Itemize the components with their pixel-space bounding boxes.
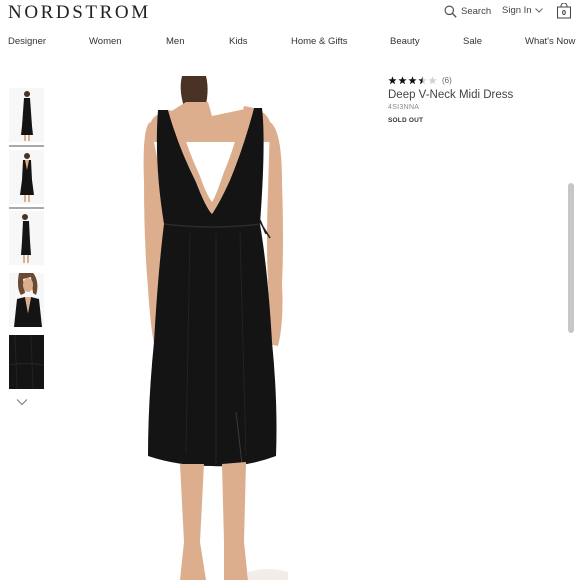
sign-in-button[interactable]: Sign In xyxy=(502,5,543,16)
thumbnail-1[interactable] xyxy=(9,88,44,142)
bag-count: 0 xyxy=(561,8,567,17)
thumbnail-4-image xyxy=(9,273,44,327)
rating-row[interactable]: (6) xyxy=(388,76,568,85)
thumbnail-3-image xyxy=(9,211,44,265)
review-count[interactable]: (6) xyxy=(442,76,452,85)
product-main-image xyxy=(143,76,288,580)
star-icon xyxy=(408,76,417,85)
availability-status: SOLD OUT xyxy=(388,117,424,124)
star-icon xyxy=(418,76,427,85)
sign-in-label: Sign In xyxy=(502,5,532,16)
thumbnail-3[interactable] xyxy=(9,211,44,265)
star-icon xyxy=(388,76,397,85)
nav-item-women[interactable]: Women xyxy=(89,36,122,47)
nav-item-beauty[interactable]: Beauty xyxy=(390,36,420,47)
thumbnail-5-image xyxy=(9,335,44,389)
nav-item-sale[interactable]: Sale xyxy=(463,36,482,47)
thumbnail-5[interactable] xyxy=(9,335,44,389)
thumbnail-1-image xyxy=(9,88,44,142)
shopping-bag-button[interactable]: 0 xyxy=(556,3,572,19)
thumbnail-4[interactable] xyxy=(9,273,44,327)
category-nav: Designer Women Men Kids Home & Gifts Bea… xyxy=(0,36,580,50)
nav-item-home-gifts[interactable]: Home & Gifts xyxy=(291,36,348,47)
product-info: (6) Deep V-Neck Midi Dress 4SI3NNA SOLD … xyxy=(388,76,568,124)
nav-item-kids[interactable]: Kids xyxy=(229,36,247,47)
page-scrollbar[interactable] xyxy=(568,183,574,333)
thumbnail-2-image xyxy=(9,150,44,204)
product-title: Deep V-Neck Midi Dress xyxy=(388,89,514,101)
star-icon xyxy=(428,76,437,85)
nav-item-whats-now[interactable]: What's Now xyxy=(525,36,575,47)
nav-item-men[interactable]: Men xyxy=(166,36,184,47)
search-icon xyxy=(444,5,457,18)
thumbnail-selected-indicator-2 xyxy=(9,207,44,209)
thumbnail-selected-indicator xyxy=(9,145,44,147)
search-button[interactable]: Search xyxy=(444,5,491,18)
thumbnail-2[interactable] xyxy=(9,150,44,204)
star-rating xyxy=(388,76,437,85)
search-label: Search xyxy=(461,6,492,17)
style-number: 4SI3NNA xyxy=(388,104,420,111)
star-icon xyxy=(398,76,407,85)
chevron-down-icon xyxy=(534,8,543,13)
gallery-scroll-down-icon[interactable] xyxy=(16,398,28,406)
nav-item-designer[interactable]: Designer xyxy=(8,36,46,47)
brand-logo[interactable]: NORDSTROM xyxy=(8,2,151,24)
